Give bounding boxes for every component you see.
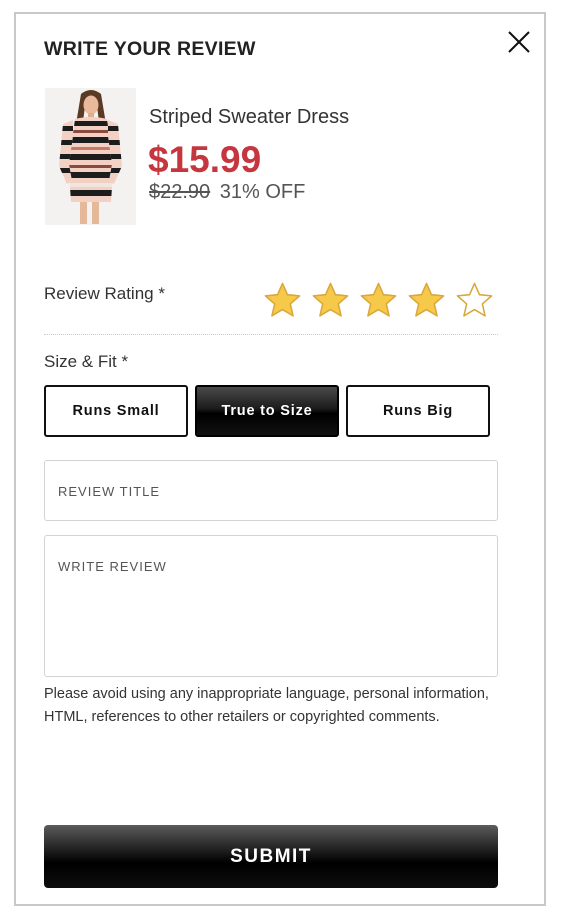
price-details: $22.90 31% OFF: [149, 181, 305, 204]
review-title-placeholder: REVIEW TITLE: [58, 484, 161, 499]
star-icon[interactable]: [406, 280, 447, 321]
original-price: $22.90: [149, 181, 211, 203]
divider: [44, 334, 498, 335]
review-modal: WRITE YOUR REVIEW Striped Sweater Dress …: [14, 12, 546, 906]
true-to-size-button[interactable]: True to Size: [195, 385, 339, 437]
discount-label: 31% OFF: [219, 181, 306, 203]
review-text-area[interactable]: WRITE REVIEW: [44, 535, 498, 677]
size-fit-label: Size & Fit *: [44, 352, 129, 371]
star-icon[interactable]: [310, 280, 351, 321]
runs-small-button[interactable]: Runs Small: [44, 385, 188, 437]
review-title-input[interactable]: REVIEW TITLE: [44, 460, 498, 521]
modal-title: WRITE YOUR REVIEW: [44, 38, 256, 60]
rating-label: Review Rating *: [44, 284, 165, 303]
size-fit-options: Runs Small True to Size Runs Big: [44, 385, 490, 437]
submit-button[interactable]: SUBMIT: [44, 825, 498, 888]
review-guidelines-note: Please avoid using any inappropriate lan…: [44, 686, 489, 725]
runs-big-button[interactable]: Runs Big: [346, 385, 490, 437]
product-price: $15.99: [148, 139, 262, 180]
close-icon[interactable]: [506, 29, 532, 55]
star-icon[interactable]: [262, 280, 303, 321]
product-name: Striped Sweater Dress: [149, 106, 350, 128]
star-rating: [262, 280, 495, 321]
star-outline-icon[interactable]: [454, 280, 495, 321]
star-icon[interactable]: [358, 280, 399, 321]
product-image: [45, 88, 136, 225]
review-text-placeholder: WRITE REVIEW: [58, 559, 167, 574]
